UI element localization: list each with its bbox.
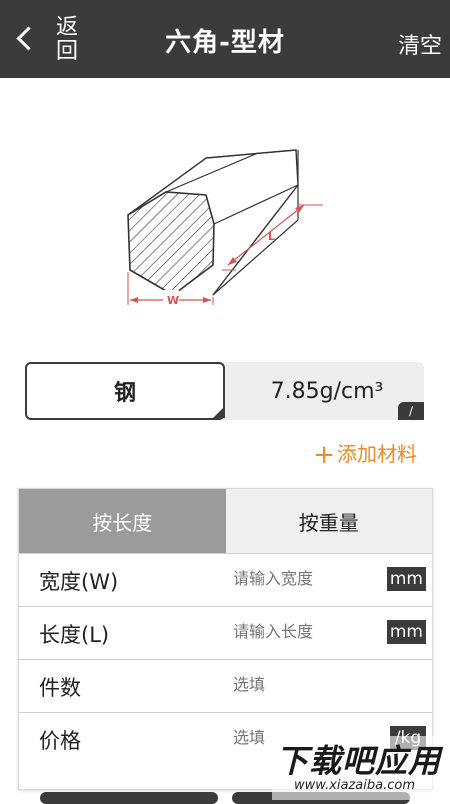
quantity-label: 件数 <box>39 676 81 700</box>
calculate-button[interactable] <box>40 792 218 804</box>
add-material-label: 添加材料 <box>337 442 417 466</box>
add-material-link[interactable]: + 添加材料 <box>313 438 417 470</box>
price-label: 价格 <box>39 729 81 753</box>
chevron-left-icon <box>16 26 41 51</box>
back-button[interactable]: 返回 <box>10 10 90 70</box>
watermark-url: www.xiazaiba.com <box>294 778 415 793</box>
width-unit[interactable]: mm <box>386 567 426 591</box>
material-selector: 钢 7.85g/cm³ ∕ <box>25 362 424 420</box>
app-header: 返回 六角-型材 清空 <box>0 0 450 78</box>
pencil-icon: ∕ <box>408 404 414 418</box>
mode-tabs: 按长度 按重量 <box>19 489 432 553</box>
quantity-row: 件数 <box>19 659 432 712</box>
tab-by-length[interactable]: 按长度 <box>19 489 226 553</box>
length-label: 长度(L) <box>39 623 110 647</box>
length-input[interactable] <box>231 621 395 642</box>
hex-bar-illustration: W L <box>118 140 338 320</box>
length-row: 长度(L) mm <box>19 606 432 659</box>
length-dimension-label: L <box>268 230 275 243</box>
tab-by-weight[interactable]: 按重量 <box>225 489 432 553</box>
back-label: 返回 <box>55 15 78 64</box>
length-unit[interactable]: mm <box>386 620 426 644</box>
watermark-logo: 下载吧应用 <box>276 742 442 780</box>
material-name-button[interactable]: 钢 <box>25 362 225 420</box>
quantity-input[interactable] <box>231 674 395 695</box>
page-title: 六角-型材 <box>165 28 285 58</box>
clear-button[interactable]: 清空 <box>398 28 442 60</box>
width-label: 宽度(W) <box>39 570 119 594</box>
width-row: 宽度(W) mm <box>19 553 432 606</box>
dropdown-corner-icon <box>213 406 225 418</box>
watermark: 下载吧应用 www.xiazaiba.com <box>272 736 450 800</box>
width-input[interactable] <box>231 568 395 589</box>
plus-icon: + <box>313 440 335 470</box>
width-dimension-label: W <box>167 294 179 307</box>
material-density[interactable]: 7.85g/cm³ <box>230 362 424 420</box>
hex-bar-drawing: W L <box>127 149 323 307</box>
edit-density-button[interactable]: ∕ <box>398 402 424 420</box>
